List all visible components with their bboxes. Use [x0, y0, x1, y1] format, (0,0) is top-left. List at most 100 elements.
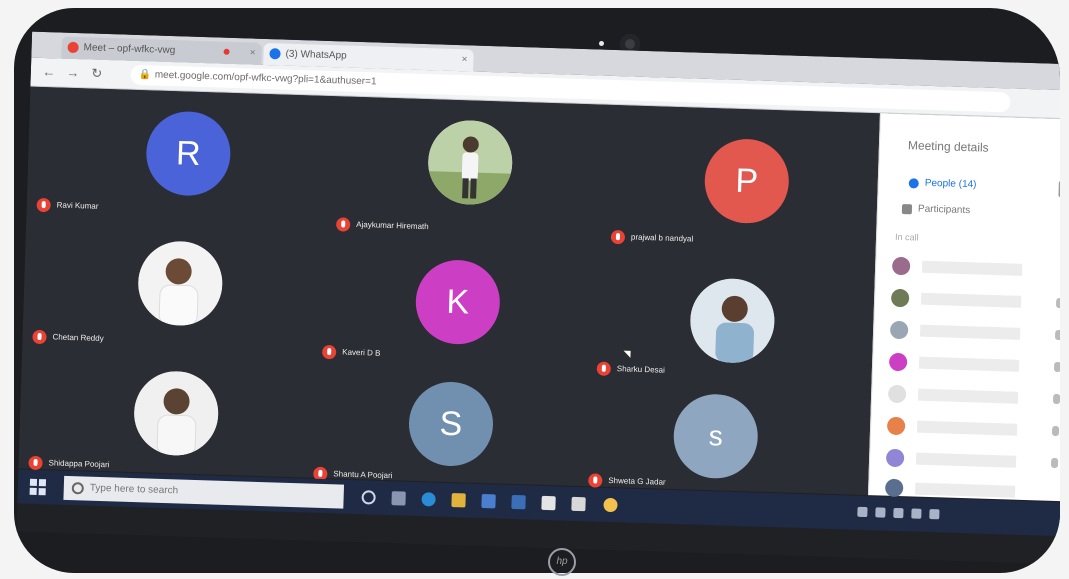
participant-tile: Ajaykumar Hiremath [326, 116, 589, 234]
section-label: In call [894, 231, 919, 243]
chevron-up-icon[interactable] [857, 506, 868, 518]
edge-icon[interactable] [421, 492, 436, 507]
participant-tile: S Shantu A Poojari [313, 378, 576, 496]
tab-close-icon[interactable]: × [249, 42, 256, 64]
participant-name-text: Kaveri D B [342, 347, 381, 358]
forward-arrow-icon[interactable]: → [65, 65, 81, 80]
list-item[interactable] [885, 446, 1060, 476]
tab-participants[interactable]: Participants [901, 200, 971, 220]
participant-avatar: s [672, 393, 760, 480]
participant-name: Ajaykumar Hiremath [335, 216, 429, 235]
participant-row-name [916, 420, 1018, 436]
microphone-off-icon [596, 361, 612, 376]
chat-icon[interactable] [1058, 180, 1060, 198]
microphone-off-icon [1050, 457, 1059, 469]
participant-photo [426, 119, 514, 206]
search-placeholder: Type here to search [89, 482, 179, 497]
participant-name: Sharku Desai [596, 361, 666, 379]
store-icon[interactable] [481, 493, 496, 509]
search-icon [71, 482, 84, 495]
avatar [887, 384, 907, 404]
wifi-icon[interactable] [893, 507, 904, 519]
language-icon[interactable] [929, 509, 940, 520]
hp-logo: hp [548, 548, 576, 576]
participant-row-name [921, 260, 1023, 276]
person-photo-icon [426, 119, 514, 206]
people-panel: Meeting details People (14) Participants… [867, 113, 1060, 502]
participant-name-text: Shweta G Jadar [608, 475, 666, 487]
whatsapp-favicon-icon [269, 48, 281, 60]
participant-tile: Sharku Desai [596, 275, 859, 393]
microphone-off-icon [1052, 393, 1060, 405]
participant-name-text: Ravi Kumar [56, 200, 99, 211]
reload-icon[interactable]: ↻ [89, 65, 105, 81]
participant-avatar: P [703, 137, 791, 225]
participant-row-name [918, 356, 1020, 372]
participant-row-name [915, 452, 1017, 468]
mail-icon[interactable] [511, 494, 526, 510]
microphone-off-icon [1055, 297, 1060, 309]
battery-icon[interactable] [875, 507, 886, 518]
windows-start-icon[interactable] [29, 478, 47, 496]
participant-row-name [915, 482, 1016, 498]
microphone-off-icon [1053, 361, 1060, 373]
people-icon [908, 178, 919, 189]
tab-people-label: People (14) [924, 177, 977, 191]
avatar [885, 448, 905, 468]
microphone-off-icon [32, 329, 47, 345]
participant-name-text: Ajaykumar Hiremath [356, 219, 429, 232]
avatar [890, 288, 910, 308]
laptop-bezel: Meet – opf-wfkc-vwg × (3) WhatsApp × ← →… [14, 8, 1060, 573]
microphone-off-icon [321, 344, 337, 360]
participant-name-text: Shidappa Poojari [48, 458, 110, 470]
person-photo-icon [136, 240, 224, 327]
camera-led [599, 41, 604, 46]
participant-tile: P prajwal b nandyal [610, 135, 874, 253]
participant-row-name [917, 388, 1019, 404]
list-item[interactable] [890, 286, 1060, 316]
microphone-off-icon [610, 229, 626, 245]
list-item[interactable] [889, 318, 1060, 348]
list-item[interactable] [888, 350, 1060, 380]
participant-tile: Chetan Reddy [32, 237, 295, 355]
tab-close-icon[interactable]: × [461, 49, 468, 71]
participant-name-text: Chetan Reddy [52, 332, 104, 344]
participant-name-text: Sharku Desai [616, 364, 665, 375]
add-people-icon [901, 204, 913, 215]
participant-avatar: K [414, 258, 502, 346]
taskbar-search-input[interactable]: Type here to search [63, 475, 345, 509]
participant-name: prajwal b nandyal [610, 229, 694, 248]
participant-name-text: prajwal b nandyal [630, 232, 694, 244]
system-tray [857, 506, 1047, 525]
participant-row-name [919, 324, 1021, 340]
list-item[interactable] [887, 382, 1060, 412]
participant-tile: R Ravi Kumar [36, 107, 299, 225]
list-item[interactable] [886, 414, 1060, 444]
task-view-icon[interactable] [391, 491, 406, 506]
panel-title: Meeting details [907, 138, 989, 155]
lock-icon: 🔒 [138, 69, 152, 81]
back-arrow-icon[interactable]: ← [41, 64, 57, 79]
participant-photo [136, 240, 224, 327]
microphone-off-icon [335, 217, 351, 232]
volume-icon[interactable] [911, 508, 922, 519]
tab-people[interactable]: People (14) [908, 174, 977, 194]
microphone-off-icon [36, 197, 51, 213]
app-icon[interactable] [541, 495, 556, 511]
tab-meet-title: Meet – opf-wfkc-vwg [83, 42, 176, 57]
url-text: meet.google.com/opf-wfkc-vwg?pli=1&authu… [154, 69, 377, 88]
participant-name: Kaveri D B [321, 344, 381, 362]
app-icon[interactable] [571, 496, 586, 512]
tab-whatsapp-title: (3) WhatsApp [285, 48, 347, 62]
photo-of-laptop: Meet – opf-wfkc-vwg × (3) WhatsApp × ← →… [0, 0, 1069, 579]
meet-favicon-icon [67, 41, 79, 54]
participant-tile: Shidappa Poojari [28, 367, 291, 485]
cortana-icon[interactable] [361, 490, 376, 505]
person-photo-icon [689, 277, 776, 365]
meeting-grid: R Ravi Kumar Ajaykumar Hiremath P prajwa… [18, 86, 880, 496]
laptop-screen: Meet – opf-wfkc-vwg × (3) WhatsApp × ← →… [16, 31, 1060, 565]
list-item[interactable] [891, 254, 1060, 284]
participant-tile: K Kaveri D B [321, 256, 585, 374]
file-explorer-icon[interactable] [451, 493, 466, 508]
chrome-icon[interactable] [603, 497, 618, 513]
